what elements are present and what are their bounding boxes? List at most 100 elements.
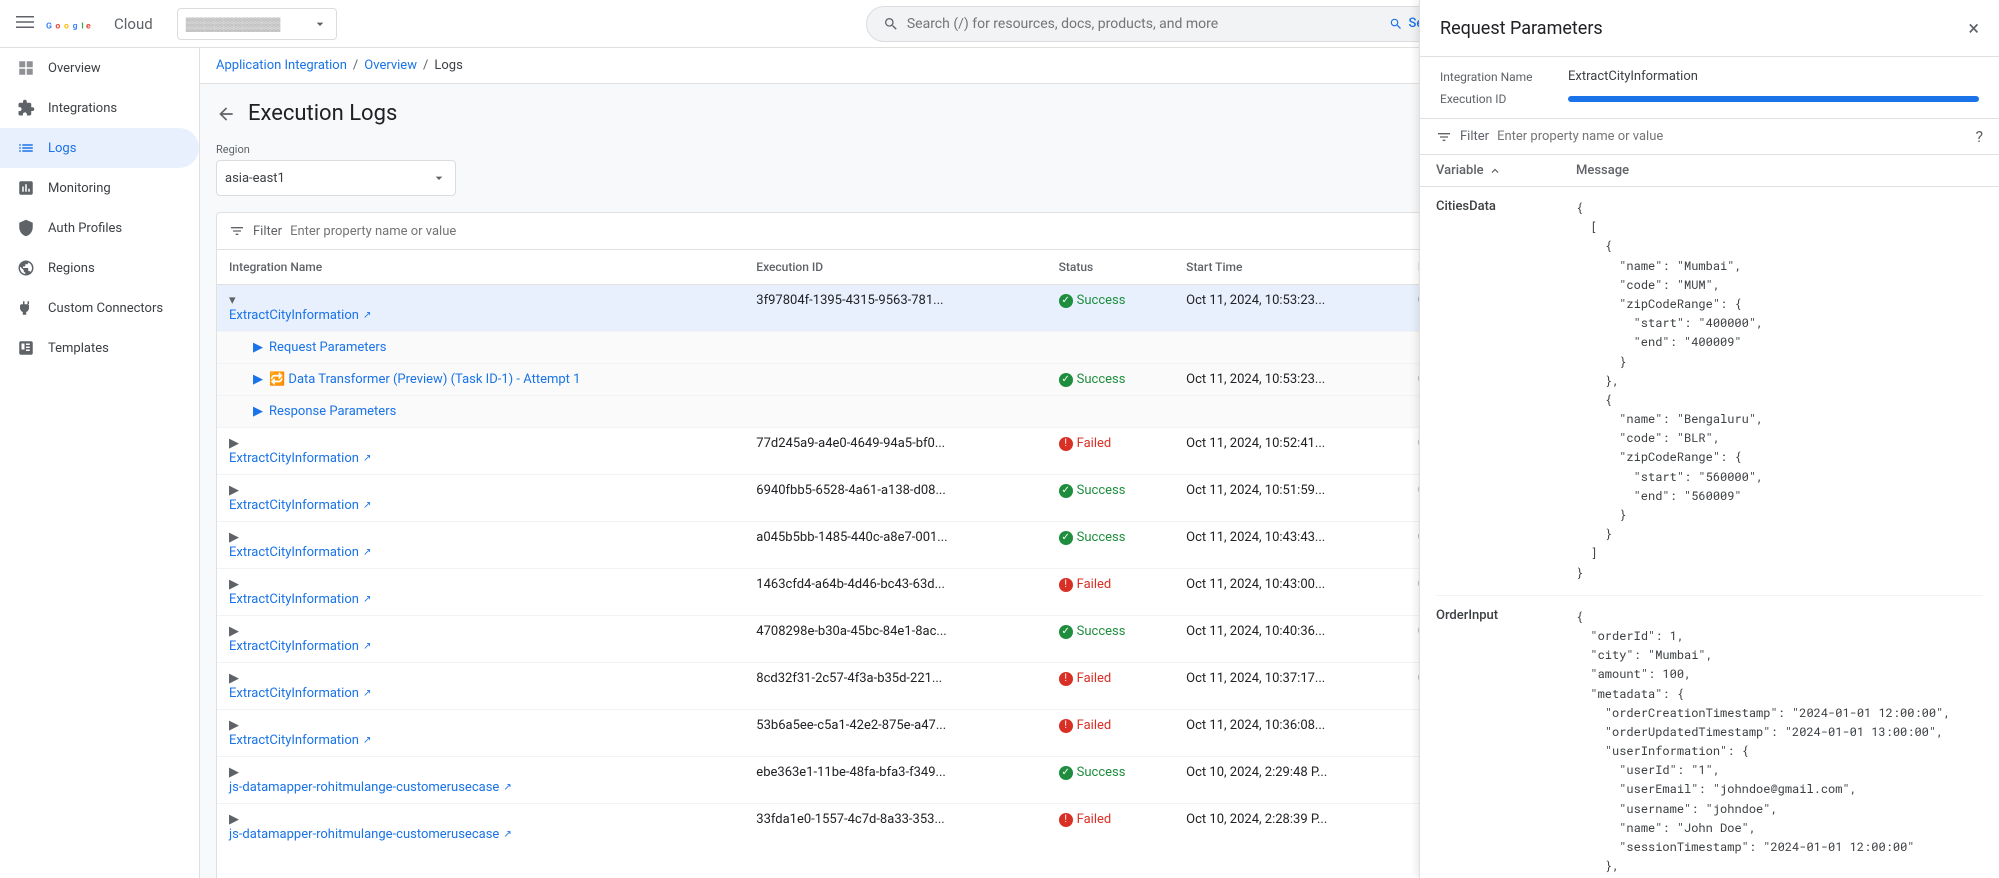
region-selector[interactable]: asia-east1 (216, 160, 456, 196)
sidebar-item-auth-profiles[interactable]: Auth Profiles (0, 208, 199, 248)
sidebar-label-logs: Logs (48, 141, 76, 156)
meta-row-execution: Execution ID (1440, 92, 1979, 106)
cell-integration-name: ▶ js-datamapper-rohitmulange-customeruse… (217, 804, 744, 851)
external-link-icon: ↗ (363, 500, 371, 511)
expand-button[interactable]: ▶ (229, 577, 239, 592)
cell-integration-name: ▶ ExtractCityInformation ↗ (217, 428, 744, 475)
meta-integration-label: Integration Name (1440, 70, 1560, 84)
integration-name-link[interactable]: ExtractCityInformation ↗ (229, 451, 732, 466)
cell-status: ✓ Success (1047, 285, 1175, 332)
cell-execution-id: ebe363e1-11be-48fa-bfa3-f349... (744, 757, 1046, 804)
meta-row-integration: Integration Name ExtractCityInformation (1440, 69, 1979, 84)
sub-cell-status: ✓ Success (1047, 364, 1175, 396)
expand-button[interactable]: ▶ (229, 718, 239, 733)
list-icon (16, 138, 36, 158)
cell-status: ! Failed (1047, 428, 1175, 475)
cell-integration-name: ▶ ExtractCityInformation ↗ (217, 616, 744, 663)
panel-filter-icon (1436, 129, 1452, 145)
expand-button[interactable]: ▶ (229, 765, 239, 780)
panel-message-cities: { [ { "name": "Mumbai", "code": "MUM", "… (1576, 199, 1983, 583)
sidebar-item-custom-connectors[interactable]: Custom Connectors (0, 288, 199, 328)
integration-name-link[interactable]: ExtractCityInformation ↗ (229, 592, 732, 607)
sidebar-item-regions[interactable]: Regions (0, 248, 199, 288)
cell-start-time: Oct 11, 2024, 10:53:23... (1174, 285, 1406, 332)
integration-name-link[interactable]: ExtractCityInformation ↗ (229, 308, 732, 323)
external-link-icon: ↗ (363, 547, 371, 558)
project-selector[interactable]: ▓▓▓▓▓▓▓▓▓▓ (177, 8, 337, 40)
back-button[interactable] (216, 104, 236, 124)
external-link-icon: ↗ (503, 829, 511, 840)
status-failed-icon: ! (1059, 672, 1073, 686)
svg-text:o: o (64, 21, 69, 31)
help-icon[interactable]: ? (1975, 127, 1983, 146)
puzzle-icon (16, 98, 36, 118)
menu-icon[interactable] (12, 9, 38, 39)
sidebar-item-logs[interactable]: Logs (0, 128, 199, 168)
col-start-time: Start Time (1174, 250, 1406, 285)
sidebar-label-templates: Templates (48, 341, 109, 356)
sub-cell-name: ▶ 🔁 Data Transformer (Preview) (Task ID-… (217, 364, 744, 396)
sort-icon[interactable] (1488, 164, 1502, 178)
integration-name-link[interactable]: ExtractCityInformation ↗ (229, 686, 732, 701)
cell-execution-id: 77d245a9-a4e0-4649-94a5-bf0... (744, 428, 1046, 475)
sidebar-item-templates[interactable]: Templates (0, 328, 199, 368)
sidebar-item-integrations[interactable]: Integrations (0, 88, 199, 128)
sidebar-label-auth-profiles: Auth Profiles (48, 221, 122, 236)
sidebar-item-monitoring[interactable]: Monitoring (0, 168, 199, 208)
integration-name-link[interactable]: ExtractCityInformation ↗ (229, 545, 732, 560)
meta-execution-label: Execution ID (1440, 92, 1560, 106)
cell-status: ! Failed (1047, 710, 1175, 757)
status-success-icon: ✓ (1059, 294, 1073, 308)
cell-start-time: Oct 11, 2024, 10:40:36... (1174, 616, 1406, 663)
sidebar-label-monitoring: Monitoring (48, 181, 111, 196)
external-link-icon: ↗ (503, 782, 511, 793)
cell-integration-name: ▶ ExtractCityInformation ↗ (217, 475, 744, 522)
sidebar-item-overview[interactable]: Overview (0, 48, 199, 88)
search-input[interactable] (907, 16, 1381, 32)
sidebar-label-custom-connectors: Custom Connectors (48, 301, 163, 316)
expand-button[interactable]: ▶ (229, 530, 239, 545)
plug-icon (16, 298, 36, 318)
status-success-icon: ✓ (1059, 766, 1073, 780)
panel-close-button[interactable]: × (1968, 16, 1979, 40)
expand-button[interactable]: ▾ (229, 293, 236, 308)
breadcrumb-overview[interactable]: Overview (364, 58, 417, 73)
cell-execution-id: a045b5bb-1485-440c-a8e7-001... (744, 522, 1046, 569)
integration-name-link[interactable]: js-datamapper-rohitmulange-customeruseca… (229, 780, 732, 795)
cell-start-time: Oct 11, 2024, 10:43:43... (1174, 522, 1406, 569)
status-success-icon2: ✓ (1059, 373, 1073, 387)
cell-integration-name: ▶ ExtractCityInformation ↗ (217, 710, 744, 757)
data-transformer-link[interactable]: ▶ 🔁 Data Transformer (Preview) (Task ID-… (229, 372, 732, 387)
panel-filter-input[interactable] (1497, 129, 1967, 144)
panel-title: Request Parameters (1440, 18, 1603, 39)
cell-status: ✓ Success (1047, 475, 1175, 522)
panel-table-header: Variable Message (1420, 155, 1999, 187)
cell-integration-name: ▶ ExtractCityInformation ↗ (217, 522, 744, 569)
cell-integration-name: ▶ ExtractCityInformation ↗ (217, 663, 744, 710)
integration-name-link[interactable]: js-datamapper-rohitmulange-customeruseca… (229, 827, 732, 842)
panel-data-row-cities: CitiesData { [ { "name": "Mumbai", "code… (1436, 187, 1983, 596)
expand-button[interactable]: ▶ (229, 671, 239, 686)
cell-status: ! Failed (1047, 804, 1175, 851)
expand-button[interactable]: ▶ (229, 483, 239, 498)
integration-name-link[interactable]: ExtractCityInformation ↗ (229, 498, 732, 513)
search-bar: Search (866, 6, 1466, 42)
integration-name-link[interactable]: ExtractCityInformation ↗ (229, 639, 732, 654)
expand-sub-icon: ▶ (253, 340, 263, 355)
page-title: Execution Logs (248, 101, 397, 126)
svg-text:l: l (81, 21, 83, 31)
breadcrumb-app-integration[interactable]: Application Integration (216, 58, 347, 73)
cell-status: ✓ Success (1047, 757, 1175, 804)
cell-start-time: Oct 11, 2024, 10:36:08... (1174, 710, 1406, 757)
external-link-icon: ↗ (363, 453, 371, 464)
expand-sub-icon2: ▶ (253, 372, 263, 387)
expand-button[interactable]: ▶ (229, 436, 239, 451)
cell-execution-id: 53b6a5ee-c5a1-42e2-875e-a47... (744, 710, 1046, 757)
expand-button[interactable]: ▶ (229, 812, 239, 827)
panel-filter-bar: Filter ? (1420, 119, 1999, 155)
expand-button[interactable]: ▶ (229, 624, 239, 639)
panel-data-row-order: OrderInput { "orderId": 1, "city": "Mumb… (1436, 596, 1983, 878)
cell-start-time: Oct 11, 2024, 10:37:17... (1174, 663, 1406, 710)
external-link-icon: ↗ (363, 310, 371, 321)
integration-name-link[interactable]: ExtractCityInformation ↗ (229, 733, 732, 748)
